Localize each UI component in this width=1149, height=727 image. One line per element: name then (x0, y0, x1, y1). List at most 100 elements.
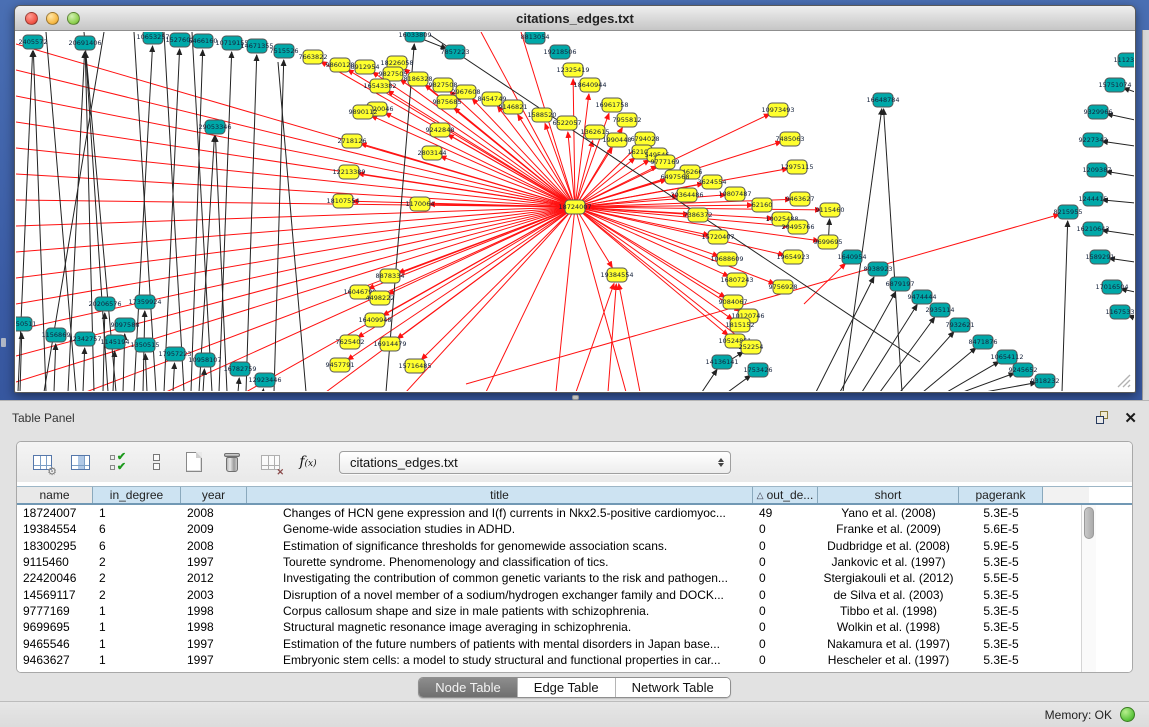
graph-node[interactable]: 9146821 (499, 100, 528, 114)
graph-node[interactable]: 16782759 (223, 362, 256, 376)
graph-node[interactable]: 9084067 (719, 295, 748, 309)
cell-name[interactable]: 22420046 (17, 571, 93, 585)
graph-node[interactable]: 9227343 (1079, 133, 1108, 147)
cell-out-de-[interactable]: 0 (753, 555, 818, 569)
graph-node[interactable]: 10688609 (710, 252, 743, 266)
cell-title[interactable]: Estimation of significance thresholds fo… (247, 539, 753, 553)
table-row[interactable]: 1456911722003Disruption of a novel membe… (17, 586, 1132, 602)
graph-node[interactable]: 19384554 (600, 268, 633, 282)
cell-year[interactable]: 2012 (181, 571, 247, 585)
graph-node[interactable]: 16648784 (866, 93, 899, 107)
table-scrollbar[interactable] (1081, 505, 1096, 672)
graph-node[interactable]: 1156869 (42, 328, 71, 342)
trash-icon[interactable] (219, 450, 245, 474)
graph-node[interactable]: 7955812 (613, 113, 642, 127)
graph-node[interactable]: 7386372 (684, 208, 713, 222)
graph-node[interactable]: 7515526 (270, 44, 299, 58)
graph-node[interactable]: 1244415 (1079, 192, 1108, 206)
graph-node[interactable]: 2405572 (19, 35, 48, 49)
graph-node[interactable]: 15720407 (701, 230, 734, 244)
cell-pagerank[interactable]: 5.3E-5 (959, 620, 1043, 634)
graph-node[interactable]: 1170064 (406, 197, 435, 211)
cell-pagerank[interactable]: 5.3E-5 (959, 506, 1043, 520)
cell-out-de-[interactable]: 0 (753, 604, 818, 618)
cell-title[interactable]: Corpus callosum shape and size in male p… (247, 604, 753, 618)
graph-node[interactable]: 12975115 (780, 160, 813, 174)
graph-node[interactable]: 8471876 (969, 335, 998, 349)
graph-node[interactable]: 3950511 (16, 317, 36, 331)
graph-node[interactable]: 6497568 (661, 170, 690, 184)
cell-name[interactable]: 9699695 (17, 620, 93, 634)
graph-node[interactable]: 1640954 (838, 250, 867, 264)
graph-node[interactable]: 6794028 (631, 132, 660, 146)
graph-node[interactable]: 12923446 (248, 373, 281, 387)
table-row[interactable]: 2242004622012Investigating the contribut… (17, 570, 1132, 586)
tab-node-table[interactable]: Node Table (419, 678, 518, 697)
graph-node[interactable]: 9329966 (1084, 105, 1113, 119)
tab-edge-table[interactable]: Edge Table (518, 678, 616, 697)
cell-title[interactable]: Structural magnetic resonance image aver… (247, 620, 753, 634)
cell-name[interactable]: 19384554 (17, 522, 93, 536)
table-row[interactable]: 969969511998Structural magnetic resonanc… (17, 619, 1132, 635)
cell-short[interactable]: Nakamura et al. (1997) (818, 637, 959, 651)
graph-node[interactable]: 9875685 (433, 95, 462, 109)
cell-year[interactable]: 2009 (181, 522, 247, 536)
cell-title[interactable]: Tourette syndrome. Phenomenology and cla… (247, 555, 753, 569)
cell-out-de-[interactable]: 0 (753, 522, 818, 536)
cell-out-de-[interactable]: 0 (753, 588, 818, 602)
graph-node[interactable]: 19654923 (776, 250, 809, 264)
graph-node[interactable]: 9318232 (1031, 374, 1060, 388)
graph-node[interactable]: 19218506 (543, 45, 576, 59)
graph-node[interactable]: 6879197 (886, 277, 915, 291)
cell-title[interactable]: Disruption of a novel member of a sodium… (247, 588, 753, 602)
cell-short[interactable]: Hescheler et al. (1997) (818, 653, 959, 667)
panel-split-handle[interactable] (572, 395, 579, 400)
graph-node[interactable]: 15751074 (1098, 78, 1131, 92)
cell-pagerank[interactable]: 5.3E-5 (959, 653, 1043, 667)
delete-table-icon[interactable]: ✕ (257, 450, 283, 474)
graph-node[interactable]: 9115460 (816, 203, 845, 217)
graph-node[interactable]: 9699695 (814, 235, 843, 249)
graph-node[interactable]: 7625402 (336, 335, 365, 349)
table-row[interactable]: 1938455462009Genome-wide association stu… (17, 521, 1132, 537)
cell-in-degree[interactable]: 2 (93, 555, 181, 569)
window-titlebar[interactable]: citations_edges.txt (15, 6, 1135, 31)
graph-node[interactable]: 16914479 (373, 337, 406, 351)
new-table-icon[interactable] (181, 450, 207, 474)
cell-pagerank[interactable]: 5.9E-5 (959, 539, 1043, 553)
cell-out-de-[interactable]: 0 (753, 539, 818, 553)
graph-node[interactable]: 20364486 (670, 188, 703, 202)
column-header-short[interactable]: short (818, 487, 959, 503)
table-row[interactable]: 946362711997Embryonic stem cells: a mode… (17, 652, 1132, 668)
minimize-window-button[interactable] (46, 12, 59, 25)
cell-short[interactable]: de Silva et al. (2003) (818, 588, 959, 602)
column-header-pagerank[interactable]: pagerank (959, 487, 1043, 503)
cell-year[interactable]: 1998 (181, 620, 247, 634)
cell-in-degree[interactable]: 6 (93, 522, 181, 536)
graph-node[interactable]: 12325419 (556, 63, 589, 77)
cell-pagerank[interactable]: 5.3E-5 (959, 604, 1043, 618)
window-resize-grip[interactable] (1115, 372, 1131, 388)
cell-year[interactable]: 2008 (181, 539, 247, 553)
graph-node[interactable]: 8938923 (864, 262, 893, 276)
cell-in-degree[interactable]: 6 (93, 539, 181, 553)
graph-node[interactable]: 29053346 (198, 120, 231, 134)
table-row[interactable]: 1872400712008Changes of HCN gene express… (17, 505, 1132, 521)
graph-node[interactable]: 16543382 (363, 79, 396, 93)
graph-node[interactable]: 2718126 (338, 134, 367, 148)
fx-icon[interactable]: f(x) (295, 450, 321, 474)
cell-name[interactable]: 14569117 (17, 588, 93, 602)
cell-out-de-[interactable]: 0 (753, 571, 818, 585)
graph-node[interactable]: 8813054 (521, 32, 550, 44)
graph-node[interactable]: 252254 (739, 340, 764, 354)
cell-name[interactable]: 9465546 (17, 637, 93, 651)
graph-node[interactable]: 18107554 (326, 194, 359, 208)
graph-node[interactable]: 1753426 (744, 363, 773, 377)
cell-name[interactable]: 9463627 (17, 653, 93, 667)
graph-node[interactable]: 20206576 (88, 297, 121, 311)
graph-node[interactable]: 6522057 (553, 116, 582, 130)
graph-node[interactable]: 16961758 (595, 98, 628, 112)
cell-title[interactable]: Changes of HCN gene expression and I(f) … (247, 506, 753, 520)
tab-network-table[interactable]: Network Table (616, 678, 730, 697)
cell-pagerank[interactable]: 5.3E-5 (959, 555, 1043, 569)
